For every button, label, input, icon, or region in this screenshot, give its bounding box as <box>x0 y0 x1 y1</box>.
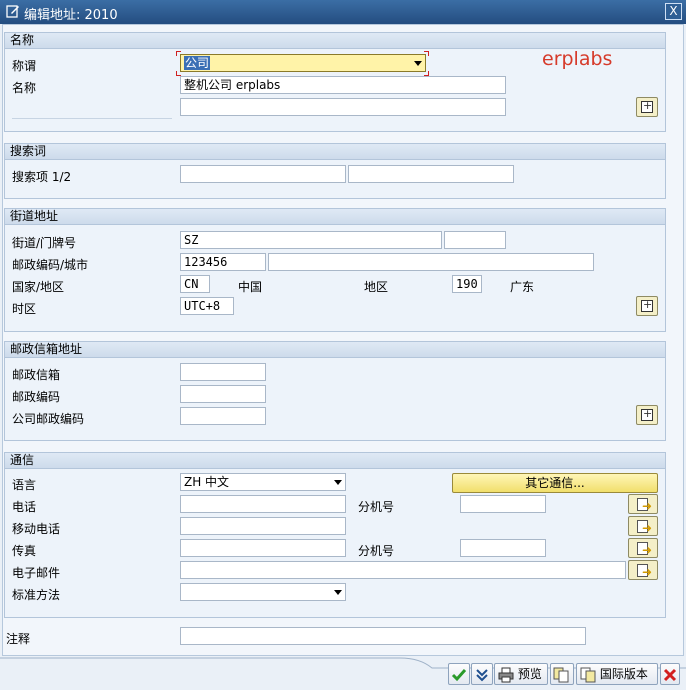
house-number-input[interactable] <box>444 231 506 249</box>
group-search-title: 搜索词 <box>5 144 665 160</box>
company-postal-label: 公司邮政编码 <box>12 412 85 426</box>
expand-fields-button[interactable] <box>636 405 658 425</box>
country-name: 中国 <box>238 280 263 294</box>
region-name: 广东 <box>510 280 535 294</box>
phone-label: 电话 <box>12 500 37 514</box>
cancel-button[interactable] <box>660 663 680 685</box>
email-input[interactable] <box>180 561 626 579</box>
pobox-input[interactable] <box>180 363 266 381</box>
std-method-label: 标准方法 <box>12 588 61 602</box>
group-name-title: 名称 <box>5 33 665 49</box>
checkmark-icon <box>451 668 467 681</box>
std-method-dropdown[interactable] <box>180 583 346 601</box>
search-term1-input[interactable] <box>180 165 346 183</box>
fax-input[interactable] <box>180 539 346 557</box>
international-icon <box>580 667 596 682</box>
group-pobox: 邮政信箱地址 <box>4 341 666 441</box>
window-titlebar: 编辑地址: 2010 X <box>0 0 686 24</box>
divider <box>12 118 172 119</box>
arrow-right-icon: ➜ <box>642 543 653 557</box>
focus-corner <box>424 51 429 56</box>
country-code-input[interactable]: CN <box>180 275 210 293</box>
title-label: 称谓 <box>12 59 37 73</box>
postal-code-input[interactable]: 123456 <box>180 253 266 271</box>
other-communication-button[interactable]: 其它通信... <box>452 473 658 493</box>
preview-button[interactable]: 预览 <box>494 663 548 685</box>
postal-city-label: 邮政编码/城市 <box>12 258 89 272</box>
phone-input[interactable] <box>180 495 346 513</box>
fax-more-button[interactable]: ➜ <box>628 538 658 558</box>
phone-ext-label: 分机号 <box>358 500 395 514</box>
fax-ext-label: 分机号 <box>358 544 395 558</box>
search-term-label: 搜索项 1/2 <box>12 170 72 184</box>
international-version-button[interactable]: 国际版本 <box>576 663 658 685</box>
country-label: 国家/地区 <box>12 280 65 294</box>
street-label: 街道/门牌号 <box>12 236 77 250</box>
pobox-postal-input[interactable] <box>180 385 266 403</box>
phone-ext-input[interactable] <box>460 495 546 513</box>
fax-label: 传真 <box>12 544 37 558</box>
mobile-more-button[interactable]: ➜ <box>628 516 658 536</box>
mobile-label: 移动电话 <box>12 522 61 536</box>
window-title: 编辑地址: 2010 <box>24 8 118 23</box>
copy-icon <box>553 667 569 682</box>
group-street-title: 街道地址 <box>5 209 665 225</box>
double-chevron-down-icon <box>476 668 488 681</box>
cancel-icon <box>663 668 677 681</box>
confirm-button[interactable] <box>448 663 470 685</box>
pobox-label: 邮政信箱 <box>12 368 61 382</box>
pobox-postal-label: 邮政编码 <box>12 390 61 404</box>
mobile-input[interactable] <box>180 517 346 535</box>
language-dropdown[interactable]: ZH 中文 <box>180 473 346 491</box>
arrow-right-icon: ➜ <box>642 521 653 535</box>
arrow-right-icon: ➜ <box>642 565 653 579</box>
group-pobox-title: 邮政信箱地址 <box>5 342 665 358</box>
international-version-label: 国际版本 <box>599 667 648 681</box>
chevron-down-icon[interactable] <box>414 61 422 66</box>
city-input[interactable] <box>268 253 594 271</box>
name2-input[interactable] <box>180 98 506 116</box>
chevron-down-icon[interactable] <box>334 590 342 595</box>
watermark-text: erplabs <box>542 48 613 70</box>
notes-input[interactable] <box>180 627 586 645</box>
title-value: 公司 <box>184 56 211 70</box>
expand-fields-button[interactable] <box>636 97 658 117</box>
name-label: 名称 <box>12 81 37 95</box>
preview-label: 预览 <box>517 667 542 681</box>
fax-ext-input[interactable] <box>460 539 546 557</box>
phone-more-button[interactable]: ➜ <box>628 494 658 514</box>
edit-icon <box>6 5 19 18</box>
timezone-label: 时区 <box>12 302 37 316</box>
copy-button[interactable] <box>550 663 574 685</box>
name1-input[interactable]: 整机公司 erplabs <box>180 76 506 94</box>
language-value: ZH 中文 <box>184 475 230 489</box>
close-button[interactable]: X <box>665 3 682 20</box>
expand-icon <box>641 99 653 113</box>
chevron-down-icon[interactable] <box>334 480 342 485</box>
language-label: 语言 <box>12 478 37 492</box>
notes-label: 注释 <box>6 632 31 646</box>
expand-fields-button[interactable] <box>636 296 658 316</box>
focus-corner <box>176 51 181 56</box>
region-label: 地区 <box>364 280 389 294</box>
arrow-right-icon: ➜ <box>642 499 653 513</box>
email-label: 电子邮件 <box>12 566 61 580</box>
group-communication-title: 通信 <box>5 453 665 469</box>
company-postal-input[interactable] <box>180 407 266 425</box>
street-input[interactable]: SZ <box>180 231 442 249</box>
timezone-input[interactable]: UTC+8 <box>180 297 234 315</box>
email-more-button[interactable]: ➜ <box>628 560 658 580</box>
region-code-input[interactable]: 190 <box>452 275 482 293</box>
expand-icon <box>641 298 653 312</box>
expand-icon <box>641 407 653 421</box>
printer-icon <box>498 667 514 682</box>
search-term2-input[interactable] <box>348 165 514 183</box>
title-dropdown[interactable]: 公司 <box>180 54 426 72</box>
next-button[interactable] <box>471 663 493 685</box>
